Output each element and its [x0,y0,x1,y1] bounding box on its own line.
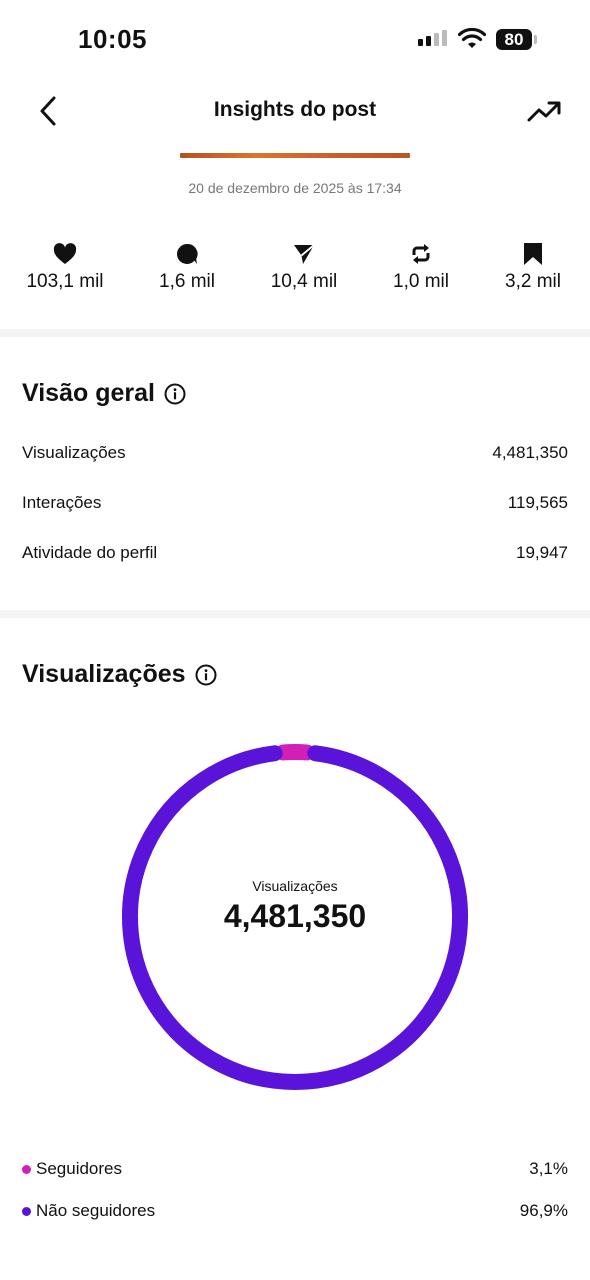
repost-icon [412,244,430,264]
stat-likes: 103,1 mil [10,240,120,293]
donut-center-value: 4,481,350 [223,898,367,934]
views-title: Visualizações [22,660,186,688]
wifi-icon [458,28,486,48]
stat-shares: 10,4 mil [249,240,359,293]
legend-dot-followers [22,1165,31,1174]
overview-row-label: Interações [22,493,102,512]
stat-comments-value: 1,6 mil [159,271,215,292]
legend-value: 96,9% [519,1201,568,1220]
battery-indicator: 80 [496,29,532,50]
stat-likes-value: 103,1 mil [26,271,104,292]
post-thumbnail-edge[interactable] [180,153,410,158]
trending-icon[interactable] [526,96,562,126]
legend-value: 3,1% [529,1159,568,1178]
legend-dot-non-followers [22,1207,31,1216]
stat-reposts: 1,0 mil [366,240,476,293]
heart-icon [53,243,77,264]
stat-saves: 3,2 mil [478,240,588,293]
bookmark-icon [524,243,542,265]
battery-cap [534,35,537,44]
legend-label: Não seguidores [36,1201,156,1220]
stat-saves-value: 3,2 mil [505,271,561,292]
overview-title: Visão geral [22,379,155,407]
status-time: 10:05 [78,24,147,54]
comment-icon [176,243,198,264]
legend-label: Seguidores [36,1159,123,1178]
send-icon [294,244,315,264]
overview-row-label: Visualizações [22,443,126,462]
donut-center-label: Visualizações [252,878,338,894]
section-divider [0,329,590,337]
overview-row-value: 19,947 [516,543,568,562]
info-icon[interactable] [164,383,186,405]
section-divider [0,610,590,618]
stat-shares-value: 10,4 mil [270,271,338,292]
overview-row-value: 4,481,350 [492,443,568,462]
stat-reposts-value: 1,0 mil [393,271,449,292]
cellular-signal-icon [418,30,447,46]
post-date: 20 de dezembro de 2025 às 17:34 [188,180,402,196]
stat-comments: 1,6 mil [132,240,242,293]
overview-row-label: Atividade do perfil [22,543,158,562]
overview-row-value: 119,565 [507,493,568,512]
info-icon[interactable] [195,664,217,686]
page-title: Insights do post [213,98,377,121]
